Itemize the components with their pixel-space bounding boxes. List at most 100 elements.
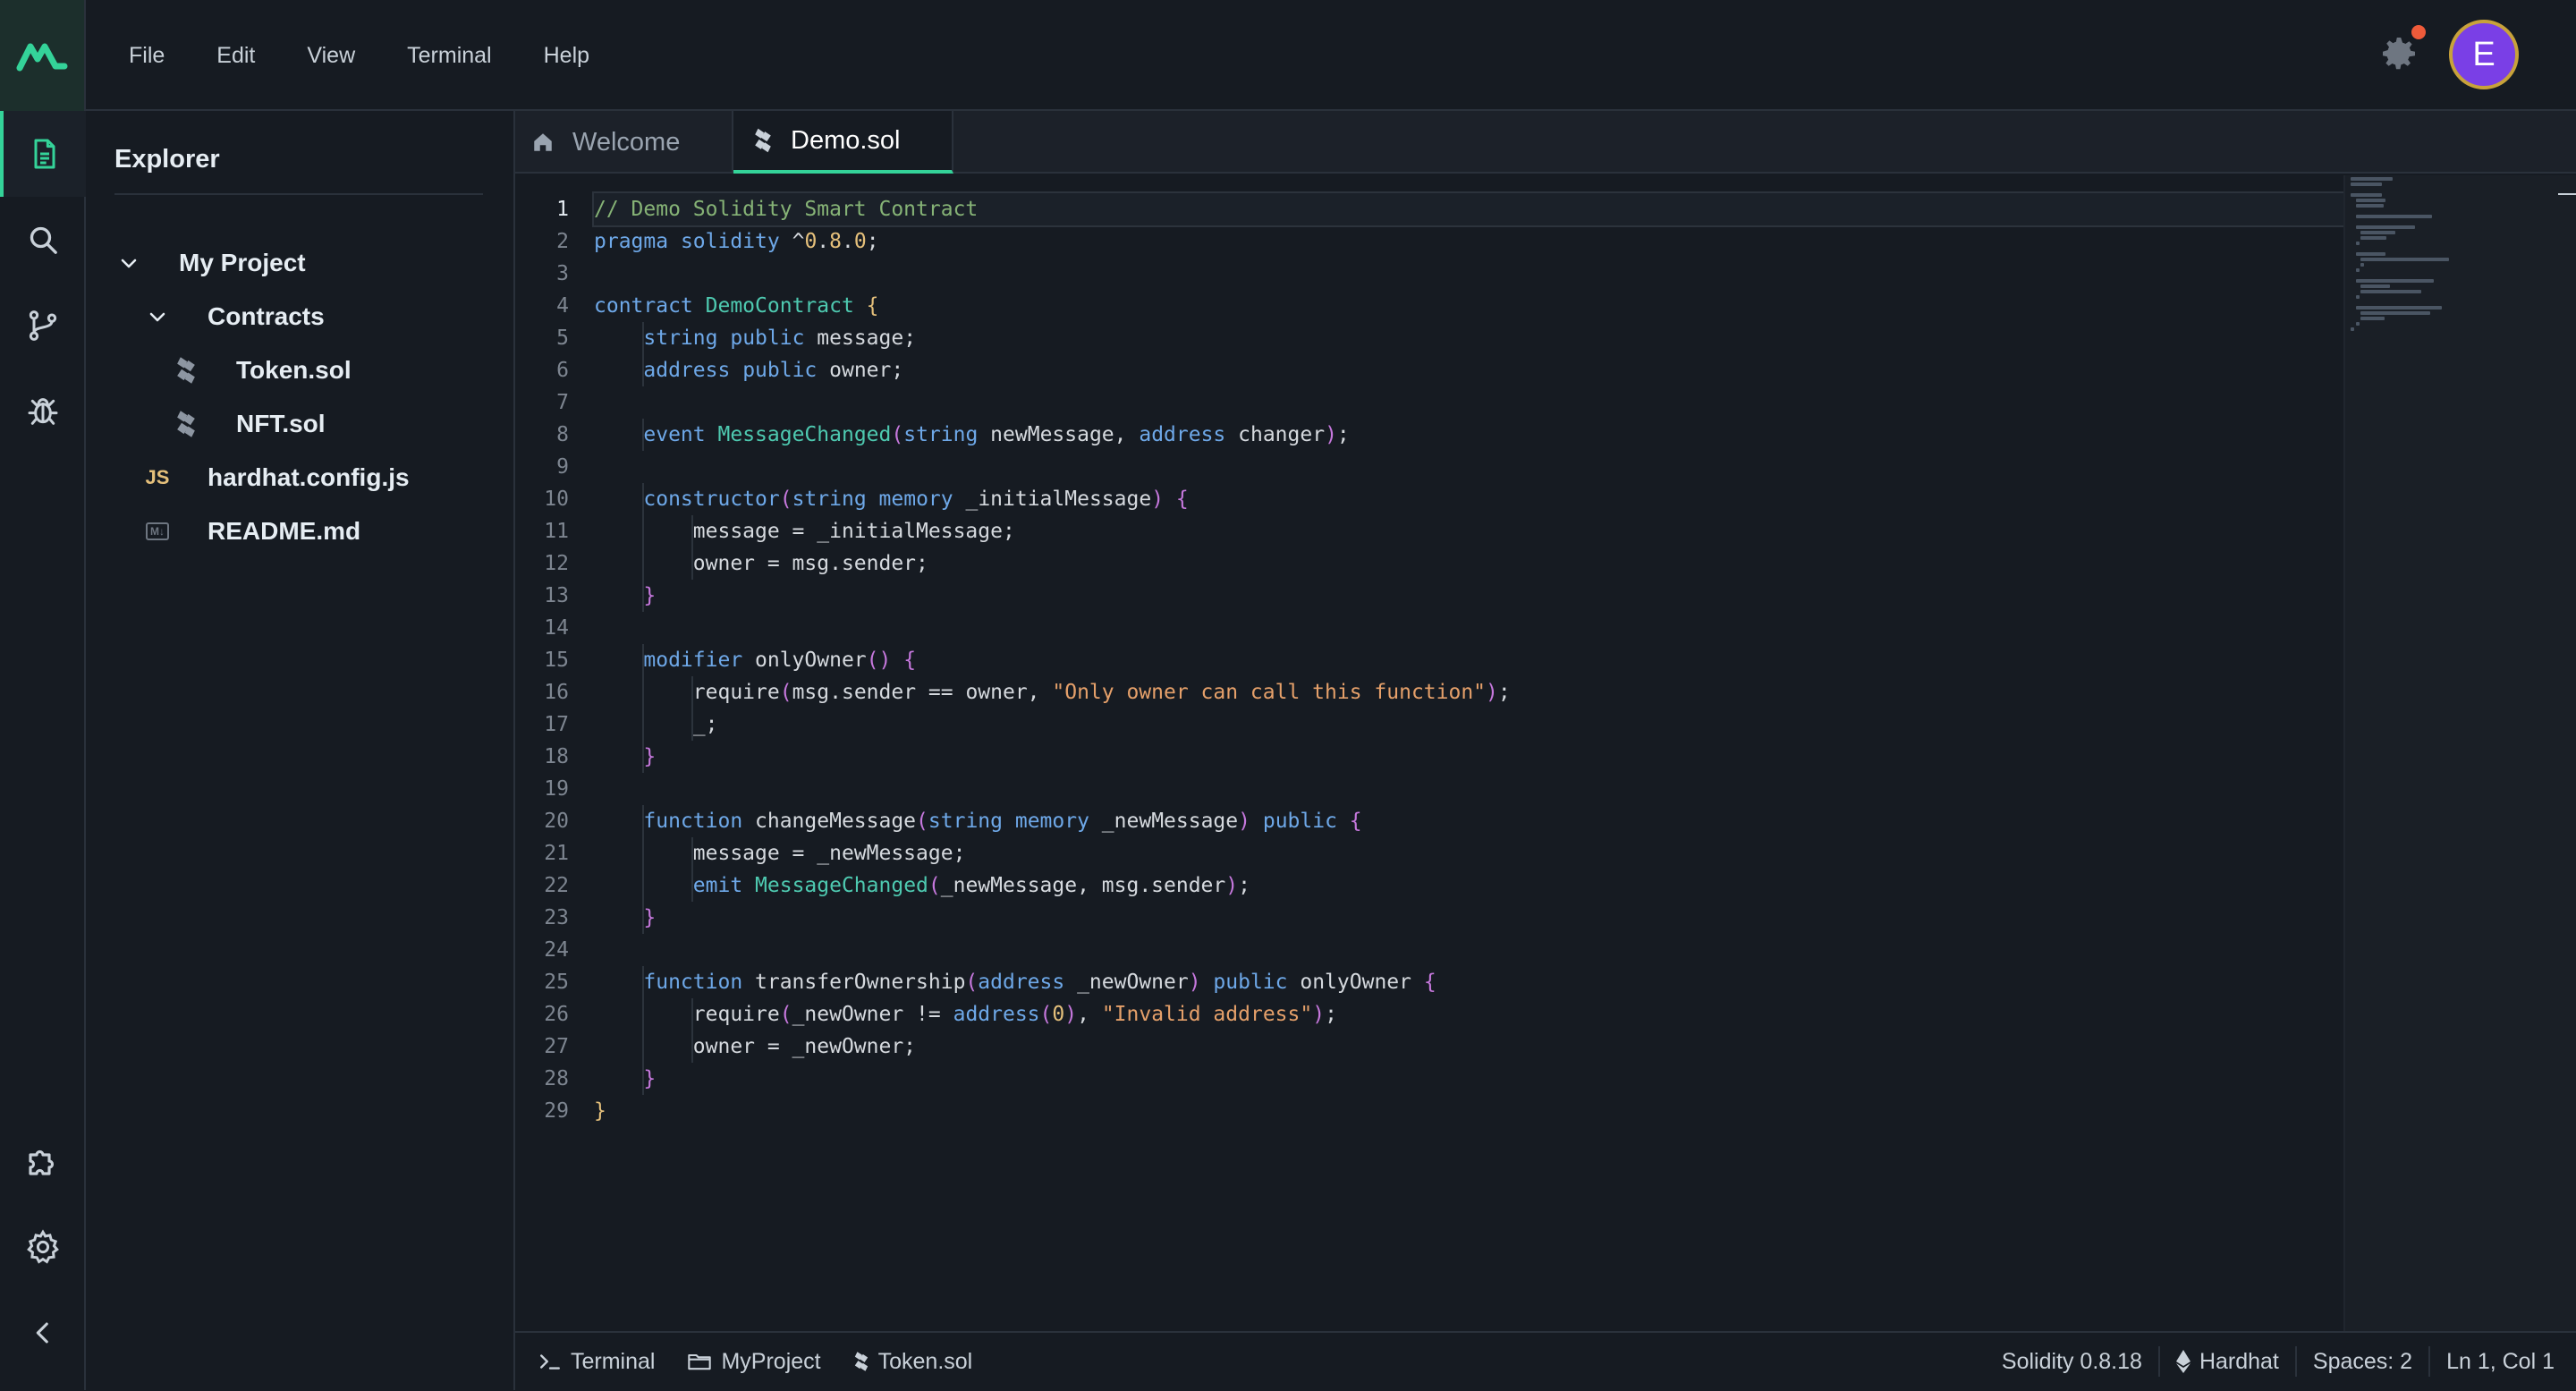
line-number: 23 — [544, 906, 569, 929]
indent-guide — [641, 580, 644, 612]
line-number: 26 — [544, 1003, 569, 1026]
code-line[interactable]: pragma solidity ^0.8.0; — [594, 225, 2343, 258]
code-line[interactable]: event MessageChanged(string newMessage, … — [594, 419, 2343, 451]
tab-welcome[interactable]: Welcome — [515, 111, 733, 174]
code-line[interactable] — [594, 934, 2343, 966]
status-label: Hardhat — [2199, 1348, 2279, 1374]
minimap-line — [2355, 252, 2385, 256]
code-editor[interactable]: 1 2 3 4 5 6 7 8 9 10 11 12 13 14 15 16 17 18 19 20 21 22 23 24 2… — [515, 175, 2576, 1331]
code-line[interactable]: } — [594, 1063, 2343, 1095]
code-line[interactable]: function transferOwnership(address _newO… — [594, 966, 2343, 998]
indent-guide — [641, 515, 644, 547]
code-line[interactable]: message = _initialMessage; — [594, 515, 2343, 547]
source-control-icon — [29, 310, 57, 341]
debug-activity-button[interactable] — [0, 369, 86, 454]
tree-file-readme[interactable]: M↓ README.md — [143, 505, 360, 558]
menu-view[interactable]: View — [307, 43, 355, 69]
solidity-icon — [753, 127, 773, 154]
indent-guide — [641, 483, 644, 515]
tree-folder-my-project[interactable]: My Project — [114, 236, 306, 290]
line-number: 19 — [544, 777, 569, 801]
line-number: 29 — [544, 1099, 569, 1123]
code-line[interactable]: require(msg.sender == owner, "Only owner… — [594, 676, 2343, 708]
line-number: 10 — [544, 488, 569, 511]
collapse-sidebar-button[interactable] — [0, 1290, 86, 1376]
tree-folder-contracts[interactable]: Contracts — [143, 290, 325, 344]
status-indentation[interactable]: Spaces: 2 — [2297, 1332, 2428, 1391]
status-framework[interactable]: Hardhat — [2160, 1332, 2295, 1391]
search-activity-button[interactable] — [0, 197, 86, 283]
app-logo[interactable] — [0, 0, 86, 111]
code-line[interactable] — [594, 386, 2343, 419]
code-line[interactable]: constructor(string memory _initialMessag… — [594, 483, 2343, 515]
settings-gear-icon[interactable] — [2377, 32, 2420, 75]
minimap-line — [2351, 177, 2393, 181]
solidity-icon — [172, 410, 200, 438]
settings-activity-button[interactable] — [0, 1204, 86, 1290]
status-language[interactable]: Solidity 0.8.18 — [1986, 1332, 2158, 1391]
code-line[interactable] — [594, 773, 2343, 805]
code-line[interactable] — [594, 451, 2343, 483]
explorer-activity-button[interactable] — [0, 111, 86, 197]
status-label: Token.sol — [877, 1348, 973, 1374]
code-text: function changeMessage(string memory _ne… — [643, 810, 1362, 833]
minimap-line — [2360, 284, 2391, 288]
status-project[interactable]: MyProject — [671, 1332, 836, 1391]
code-line[interactable]: string public message; — [594, 322, 2343, 354]
code-line[interactable]: // Demo Solidity Smart Contract — [592, 191, 2345, 227]
code-text: owner = msg.sender; — [594, 552, 928, 575]
minimap-line — [2351, 247, 2354, 250]
minimap-line — [2360, 231, 2396, 234]
menu-bar: File Edit View Terminal Help — [129, 0, 641, 111]
activity-bar — [0, 111, 86, 1390]
code-line[interactable]: address public owner; — [594, 354, 2343, 386]
code-area[interactable]: // Demo Solidity Smart Contract pragma so… — [592, 191, 2345, 1127]
minimap-line — [2351, 182, 2382, 186]
code-line[interactable]: _; — [594, 708, 2343, 741]
tree-file-token-sol[interactable]: Token.sol — [172, 344, 352, 397]
tree-label: NFT.sol — [236, 410, 326, 437]
code-line[interactable]: require(_newOwner != address(0), "Invali… — [594, 998, 2343, 1031]
menu-file[interactable]: File — [129, 43, 165, 69]
code-line[interactable]: message = _newMessage; — [594, 837, 2343, 869]
minimap-line — [2351, 209, 2354, 213]
source-control-activity-button[interactable] — [0, 283, 86, 369]
status-bar: Terminal MyProject Token.sol Solidity 0.… — [515, 1331, 2576, 1390]
code-line[interactable]: owner = msg.sender; — [594, 547, 2343, 580]
code-line[interactable]: } — [594, 741, 2343, 773]
line-number: 6 — [556, 359, 569, 382]
code-line[interactable] — [594, 258, 2343, 290]
status-terminal[interactable]: Terminal — [515, 1332, 671, 1391]
tree-label: Token.sol — [236, 356, 352, 384]
code-line[interactable]: owner = _newOwner; — [594, 1031, 2343, 1063]
menu-edit[interactable]: Edit — [216, 43, 255, 69]
tree-file-nft-sol[interactable]: NFT.sol — [172, 397, 326, 451]
markdown-icon: M↓ — [143, 517, 172, 546]
code-line[interactable]: function changeMessage(string memory _ne… — [594, 805, 2343, 837]
minimap-line — [2351, 220, 2354, 224]
code-line[interactable]: modifier onlyOwner() { — [594, 644, 2343, 676]
extensions-activity-button[interactable] — [0, 1118, 86, 1204]
status-file[interactable]: Token.sol — [837, 1332, 989, 1391]
indent-guide — [691, 998, 694, 1031]
code-text: } — [594, 1099, 606, 1123]
code-text: // Demo Solidity Smart Contract — [594, 198, 979, 221]
debug-icon — [28, 398, 58, 425]
tree-file-hardhat-config[interactable]: JS hardhat.config.js — [143, 451, 410, 505]
code-line[interactable]: contract DemoContract { — [594, 290, 2343, 322]
menu-help[interactable]: Help — [544, 43, 589, 69]
code-line[interactable] — [594, 612, 2343, 644]
minimap[interactable] — [2343, 175, 2576, 1331]
line-number: 7 — [556, 391, 569, 414]
menu-terminal[interactable]: Terminal — [407, 43, 491, 69]
folder-icon — [687, 1351, 712, 1372]
status-cursor-position[interactable]: Ln 1, Col 1 — [2430, 1332, 2576, 1391]
code-text: _; — [594, 713, 718, 736]
code-line[interactable]: } — [594, 1095, 2343, 1127]
user-avatar[interactable]: E — [2449, 20, 2519, 89]
indent-guide — [641, 354, 644, 386]
code-line[interactable]: } — [594, 580, 2343, 612]
tab-demo-sol[interactable]: Demo.sol — [733, 111, 953, 174]
code-line[interactable]: emit MessageChanged(_newMessage, msg.sen… — [594, 869, 2343, 902]
code-line[interactable]: } — [594, 902, 2343, 934]
